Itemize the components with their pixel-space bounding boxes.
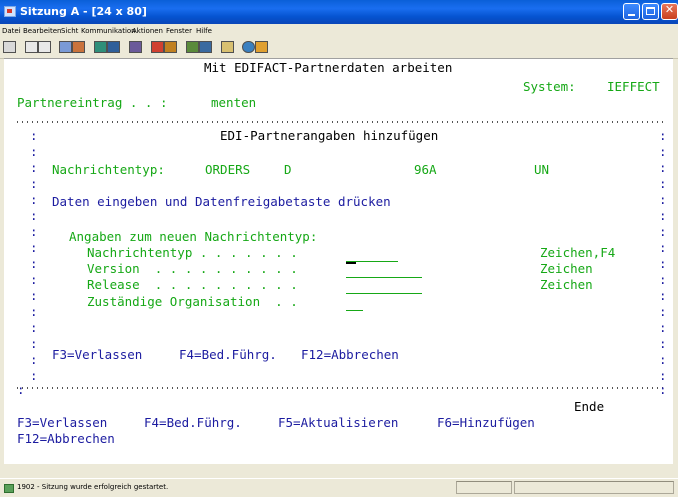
fkey-f3[interactable]: F3=Verlassen: [17, 416, 107, 430]
toolbar: [0, 38, 678, 59]
fkey-f12[interactable]: F12=Abbrechen: [17, 432, 115, 446]
field-label-version: Version . . . . . . . . . .: [87, 261, 298, 276]
status-bar: 1902 - Sitzung wurde erfolgreich gestart…: [0, 478, 678, 497]
dialog-top-border: [17, 121, 667, 123]
play-icon[interactable]: [164, 41, 177, 53]
system-label: System:: [523, 79, 576, 94]
end-indicator: Ende: [574, 399, 605, 414]
screen-title: Mit EDIFACT-Partnerdaten arbeiten: [204, 60, 453, 75]
partner-label: Partnereintrag . . :: [17, 95, 168, 110]
menu-bearbeiten[interactable]: Bearbeiten: [23, 27, 61, 35]
connection-icon: [4, 484, 14, 493]
msgtype-agency: UN: [534, 162, 550, 177]
msgtype-label: Nachrichtentyp:: [52, 162, 165, 177]
organisation-input[interactable]: [346, 310, 363, 311]
clipboard-icon[interactable]: [221, 41, 234, 53]
window-title: Sitzung A - [24 x 80]: [20, 5, 147, 18]
menu-fenster[interactable]: Fenster: [166, 27, 192, 35]
macro-icon[interactable]: [129, 41, 142, 53]
menu-bar: Datei Bearbeiten Sicht Kommunikation Akt…: [0, 24, 678, 38]
system-value: IEFFECT: [607, 79, 660, 94]
fkey-f6[interactable]: F6=Hinzufügen: [437, 416, 535, 430]
menu-kommunikation[interactable]: Kommunikation: [81, 27, 136, 35]
close-button[interactable]: ✕: [661, 3, 678, 20]
field-hint-nachrichtentyp: Zeichen,F4: [540, 245, 616, 260]
print-screen-icon[interactable]: [3, 41, 16, 53]
dialog-bottom-border: [17, 387, 667, 389]
dialog-fkey-f4[interactable]: F4=Bed.Führg.: [179, 348, 277, 362]
section-title: Angaben zum neuen Nachrichtentyp:: [69, 229, 318, 244]
field-hint-version: Zeichen: [540, 261, 593, 276]
send-icon[interactable]: [59, 41, 72, 53]
menu-aktionen[interactable]: Aktionen: [132, 27, 163, 35]
copy-icon[interactable]: [25, 41, 38, 53]
minimize-button[interactable]: [623, 3, 640, 20]
keyboard-icon[interactable]: [107, 41, 120, 53]
msgtype-version: D: [284, 162, 292, 177]
fkey-f4[interactable]: F4=Bed.Führg.: [144, 416, 242, 430]
field-label-release: Release . . . . . . . . . .: [87, 277, 298, 292]
app-icon: [4, 6, 16, 17]
close-icon: ✕: [664, 3, 675, 16]
title-bar: Sitzung A - [24 x 80] ✕: [0, 0, 678, 24]
release-input[interactable]: [346, 293, 422, 294]
maximize-icon: [646, 7, 655, 15]
partner-value: menten: [211, 95, 257, 110]
text-cursor: [346, 262, 356, 264]
record-icon[interactable]: [151, 41, 164, 53]
dialog-fkey-f3[interactable]: F3=Verlassen: [52, 348, 142, 362]
status-panel-1: [456, 481, 512, 494]
paste-icon[interactable]: [38, 41, 51, 53]
receive-icon[interactable]: [72, 41, 85, 53]
dialog-fkey-f12[interactable]: F12=Abbrechen: [301, 348, 399, 362]
status-panel-2: [514, 481, 674, 494]
terminal-screen[interactable]: Mit EDIFACT-Partnerdaten arbeiten System…: [4, 58, 673, 464]
settings-icon[interactable]: [255, 41, 268, 53]
disconnect-icon[interactable]: [199, 41, 212, 53]
instruction-text: Daten eingeben und Datenfreigabetaste dr…: [52, 194, 391, 209]
maximize-button[interactable]: [642, 3, 659, 20]
globe-icon[interactable]: [242, 41, 255, 53]
msgtype-release: 96A: [414, 162, 437, 177]
field-hint-release: Zeichen: [540, 277, 593, 292]
menu-hilfe[interactable]: Hilfe: [196, 27, 212, 35]
minimize-icon: [628, 14, 635, 16]
field-label-organisation: Zuständige Organisation . .: [87, 294, 298, 309]
dialog-corner-right: :: [659, 382, 667, 397]
menu-sicht[interactable]: Sicht: [61, 27, 78, 35]
status-message: 1902 - Sitzung wurde erfolgreich gestart…: [17, 483, 169, 491]
fkey-f5[interactable]: F5=Aktualisieren: [278, 416, 398, 430]
dialog-title: EDI-Partnerangaben hinzufügen: [220, 128, 439, 143]
display-icon[interactable]: [94, 41, 107, 53]
field-label-nachrichtentyp: Nachrichtentyp . . . . . . .: [87, 245, 298, 260]
dialog-corner-left: :: [17, 382, 25, 397]
msgtype-name: ORDERS: [205, 162, 251, 177]
connect-icon[interactable]: [186, 41, 199, 53]
menu-datei[interactable]: Datei: [2, 27, 21, 35]
version-input[interactable]: [346, 277, 422, 278]
